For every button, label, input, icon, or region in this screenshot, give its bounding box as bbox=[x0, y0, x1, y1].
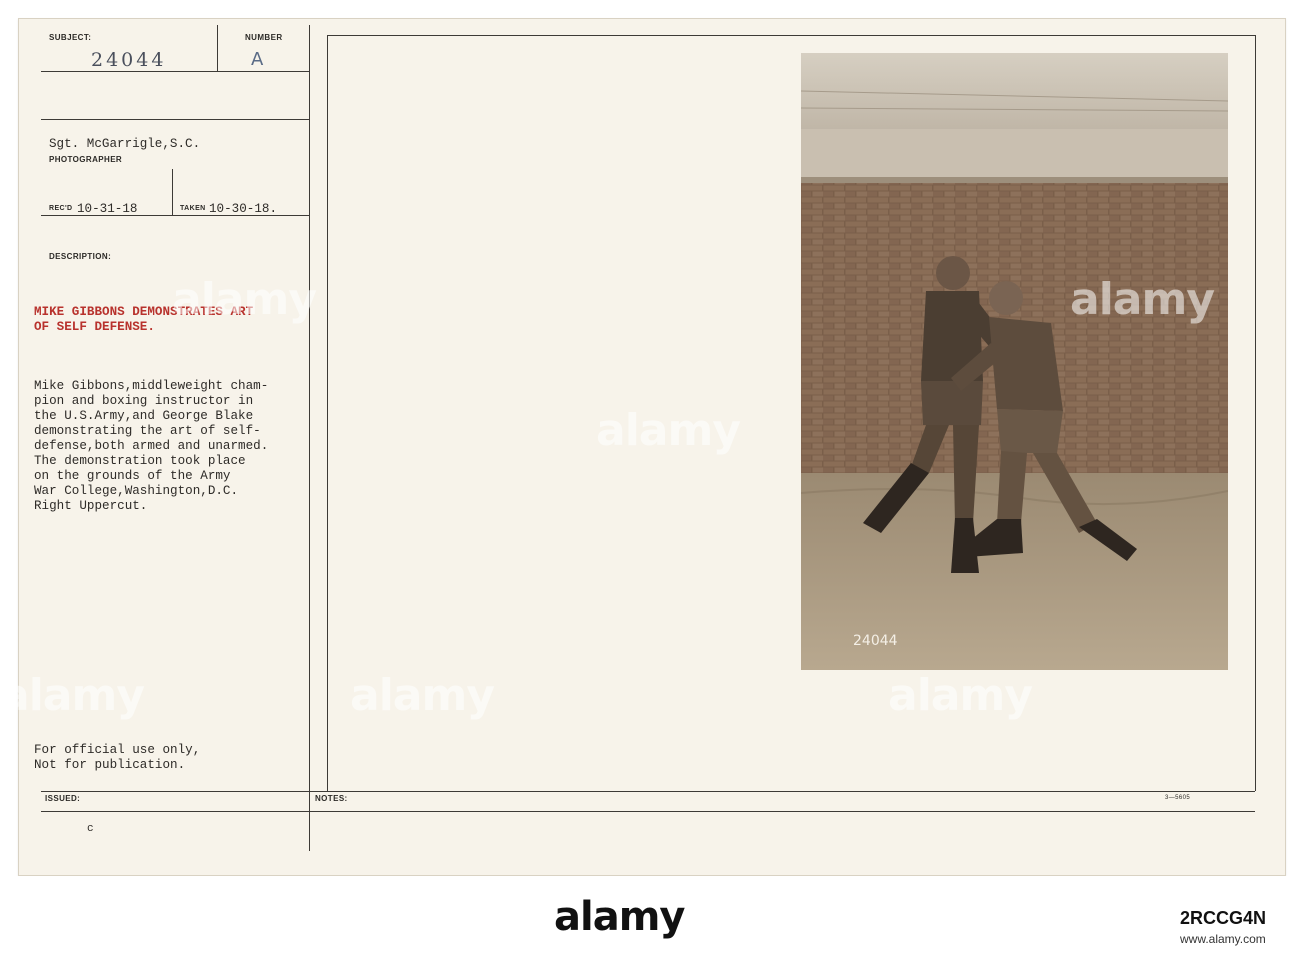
number-label: NUMBER bbox=[245, 33, 283, 42]
photographer-name: Sgt. McGarrigle,S.C. bbox=[49, 137, 201, 151]
alamy-logo: alamy bbox=[554, 894, 685, 940]
photographer-label: PHOTOGRAPHER bbox=[49, 155, 123, 164]
description-body-line-9: Right Uppercut. bbox=[34, 499, 148, 513]
image-frame-right bbox=[1255, 35, 1256, 791]
alamy-url: www.alamy.com bbox=[1180, 932, 1266, 946]
watermark-right-top: alamy bbox=[1070, 274, 1215, 325]
description-title-line-2: OF SELF DEFENSE. bbox=[34, 320, 155, 334]
number-value: A bbox=[251, 49, 264, 70]
restriction-line-1: For official use only, bbox=[34, 743, 201, 757]
description-body-line-7: on the grounds of the Army bbox=[34, 469, 231, 483]
restriction-line-2: Not for publication. bbox=[34, 758, 186, 772]
subject-label: SUBJECT: bbox=[49, 33, 92, 42]
received-label: REC'D bbox=[49, 205, 73, 212]
footer-divider bbox=[309, 811, 310, 851]
watermark-right-bottom: alamy bbox=[888, 670, 1033, 721]
issued-value: c bbox=[87, 823, 94, 835]
description-body-line-1: Mike Gibbons,middleweight cham- bbox=[34, 379, 269, 393]
subject-number: 24044 bbox=[91, 49, 167, 71]
watermark-left-top: alamy bbox=[172, 274, 317, 325]
image-frame-left bbox=[327, 35, 328, 791]
subject-underline bbox=[41, 71, 309, 72]
watermark-center: alamy bbox=[596, 405, 741, 456]
watermark-middle-bottom: alamy bbox=[350, 670, 495, 721]
description-body-line-8: War College,Washington,D.C. bbox=[34, 484, 239, 498]
description-body-line-2: pion and boxing instructor in bbox=[34, 394, 254, 408]
description-body-line-4: demonstrating the art of self- bbox=[34, 424, 261, 438]
alamy-image-id: 2RCCG4N bbox=[1180, 908, 1267, 928]
image-frame-top bbox=[327, 35, 1255, 36]
negative-number: 24044 bbox=[853, 633, 898, 649]
description-label: DESCRIPTION: bbox=[49, 252, 112, 261]
taken-date: 10-30-18. bbox=[209, 202, 278, 216]
watermark-left-bottom: alamy bbox=[0, 670, 145, 721]
date-divider bbox=[172, 169, 173, 215]
photograph-scene bbox=[801, 53, 1228, 670]
description-body-line-6: The demonstration took place bbox=[34, 454, 246, 468]
form-number: 3—5605 bbox=[1165, 795, 1191, 801]
notes-label: NOTES: bbox=[315, 794, 348, 803]
footer-rule-top bbox=[41, 791, 1255, 792]
photograph: 24044 bbox=[801, 53, 1228, 670]
subject-number-divider bbox=[217, 25, 218, 71]
description-body-line-5: defense,both armed and unarmed. bbox=[34, 439, 269, 453]
taken-label: TAKEN bbox=[180, 205, 206, 212]
received-date: 10-31-18 bbox=[77, 202, 138, 216]
photographer-top-rule bbox=[41, 119, 309, 120]
left-column-border bbox=[309, 25, 310, 835]
issued-label: ISSUED: bbox=[45, 794, 81, 803]
footer-rule bbox=[41, 811, 1255, 812]
description-body-line-3: the U.S.Army,and George Blake bbox=[34, 409, 254, 423]
